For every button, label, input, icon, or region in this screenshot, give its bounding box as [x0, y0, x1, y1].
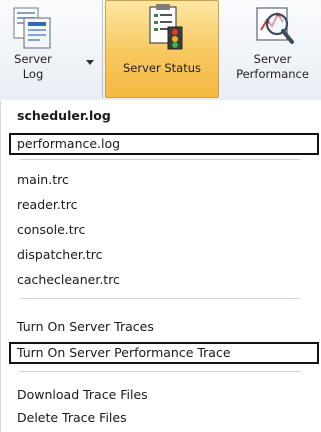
menu-item-download-trace-files[interactable]: Download Trace Files: [17, 384, 148, 406]
dropdown-arrow-icon[interactable]: [84, 56, 96, 65]
ribbon-toolbar: Server Log Server Status Server Performa…: [0, 0, 321, 100]
menu-item-scheduler-log[interactable]: scheduler.log: [17, 105, 111, 127]
menu-separator: [19, 298, 301, 299]
server-log-button[interactable]: Server Log: [0, 0, 103, 98]
menu-item-console-trc[interactable]: console.trc: [17, 219, 85, 241]
menu-item-turn-on-server-traces[interactable]: Turn On Server Traces: [17, 316, 154, 338]
menu-separator: [19, 371, 301, 372]
server-performance-label-line1: Server: [253, 52, 292, 66]
server-status-label: Server Status: [122, 61, 201, 75]
menu-item-delete-trace-files[interactable]: Delete Trace Files: [17, 407, 127, 429]
server-performance-button[interactable]: Server Performance: [224, 0, 321, 98]
server-performance-label-line2: Performance: [236, 67, 309, 81]
menu-item-dispatcher-trc[interactable]: dispatcher.trc: [17, 244, 103, 266]
performance-chart-icon: [252, 4, 296, 50]
menu-item-reader-trc[interactable]: reader.trc: [17, 194, 77, 216]
server-status-icon: [142, 3, 186, 51]
server-log-dropdown-menu: scheduler.log performance.log main.trc r…: [0, 101, 321, 432]
menu-separator: [19, 159, 301, 160]
server-log-label-line2: Log: [22, 67, 44, 81]
server-status-button[interactable]: Server Status: [105, 0, 219, 98]
menu-item-main-trc[interactable]: main.trc: [17, 169, 69, 191]
menu-item-performance-log[interactable]: performance.log: [17, 133, 120, 155]
menu-item-cachecleaner-trc[interactable]: cachecleaner.trc: [17, 269, 120, 291]
menu-item-turn-on-server-performance-trace[interactable]: Turn On Server Performance Trace: [17, 342, 231, 364]
document-log-icon: [12, 6, 56, 52]
